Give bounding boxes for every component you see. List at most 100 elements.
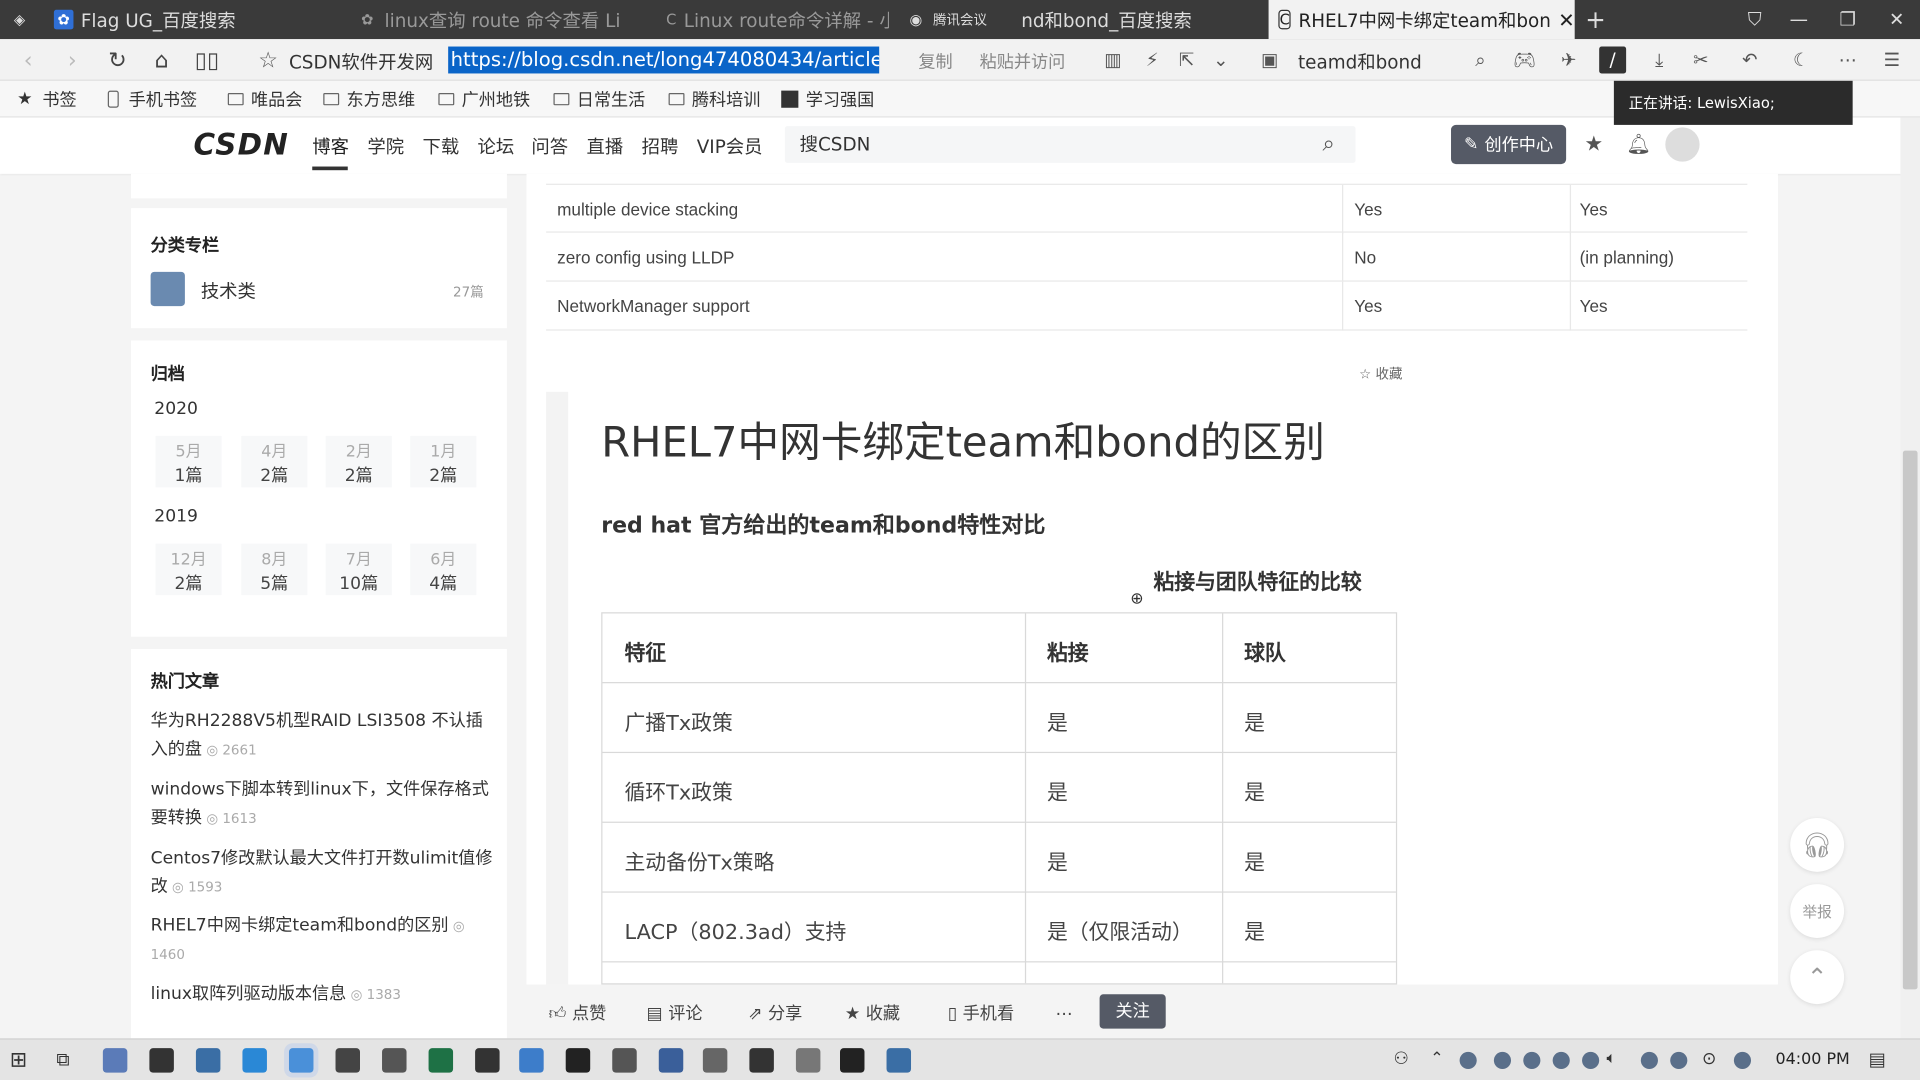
nav-qa[interactable]: 问答 bbox=[531, 133, 568, 159]
nav-forum[interactable]: 论坛 bbox=[478, 133, 515, 159]
tray-icon[interactable] bbox=[1670, 1051, 1688, 1069]
taskbar-app-icon[interactable] bbox=[335, 1048, 361, 1073]
back-to-top-icon[interactable]: ⌃ bbox=[1790, 950, 1845, 1005]
windows-start-icon[interactable]: ⊞ bbox=[10, 1048, 34, 1072]
nav-academy[interactable]: 学院 bbox=[367, 133, 404, 159]
like-button[interactable]: 👍︎ 点赞 bbox=[549, 1000, 607, 1024]
taskbar-app-icon[interactable] bbox=[382, 1048, 407, 1073]
archive-month[interactable]: 6月 4篇 bbox=[410, 543, 477, 596]
taskbar-app-icon[interactable] bbox=[749, 1048, 774, 1073]
close-window-icon[interactable]: ✕ bbox=[1873, 0, 1920, 39]
search-box[interactable]: teamd和bond bbox=[1298, 49, 1422, 75]
notification-icon[interactable]: ▤ bbox=[1869, 1048, 1886, 1070]
restore-icon[interactable]: ❐ bbox=[1824, 0, 1871, 39]
volume-icon[interactable]: 🔈︎ bbox=[1607, 1049, 1617, 1067]
tab-5[interactable]: nd和bond_百度搜索 bbox=[1011, 0, 1266, 39]
download-icon[interactable]: ⤓ bbox=[1646, 47, 1673, 74]
chevron-down-icon[interactable]: ⌄ bbox=[1207, 47, 1234, 74]
bookmark-star-icon[interactable]: ☆ bbox=[252, 45, 284, 74]
bookmark-xuexi[interactable]: 学习强国 bbox=[781, 87, 874, 111]
reload-icon[interactable]: ↻ bbox=[102, 45, 134, 74]
tray-icon[interactable] bbox=[1733, 1051, 1752, 1069]
nav-download[interactable]: 下载 bbox=[422, 133, 459, 159]
tab-2[interactable]: ✿ linux查询 route 命令查看 Li bbox=[348, 0, 649, 39]
archive-month[interactable]: 1月 2篇 bbox=[410, 435, 477, 488]
shirt-icon[interactable]: ⛉ bbox=[1731, 0, 1778, 39]
tray-people-icon[interactable]: ⚇ bbox=[1393, 1049, 1408, 1069]
forward-icon[interactable]: › bbox=[56, 45, 88, 74]
night-mode-icon[interactable]: ☾ bbox=[1788, 47, 1815, 74]
hot-article-item[interactable]: 华为RH2288V5机型RAID LSI3508 不认插入的盘 ◎ 2661 bbox=[151, 708, 494, 764]
search-icon[interactable]: ⌕ bbox=[1467, 47, 1494, 74]
copy-button[interactable]: 复制 bbox=[918, 49, 952, 73]
collect-button[interactable]: ★ 收藏 bbox=[845, 1000, 900, 1024]
taskbar-app-icon[interactable] bbox=[149, 1048, 174, 1073]
slash-icon[interactable]: / bbox=[1599, 46, 1627, 74]
create-center-button[interactable]: ✎ 创作中心 bbox=[1451, 124, 1567, 165]
close-tab-icon[interactable]: ✕ bbox=[1558, 8, 1574, 31]
browser-menu-button[interactable]: ◈ bbox=[0, 0, 44, 39]
taskbar-app-icon[interactable] bbox=[565, 1048, 591, 1073]
scissors-icon[interactable]: ✂ bbox=[1687, 47, 1714, 74]
tray-icon[interactable] bbox=[1640, 1051, 1658, 1069]
tray-icon[interactable] bbox=[1552, 1051, 1570, 1069]
favorites-icon[interactable]: ★ bbox=[1584, 132, 1603, 156]
scrollbar-thumb[interactable] bbox=[1902, 450, 1918, 990]
csdn-search-input[interactable]: 搜CSDN bbox=[784, 126, 1356, 163]
archive-month[interactable]: 5月 1篇 bbox=[155, 435, 222, 488]
taskbar-app-icon[interactable] bbox=[840, 1048, 865, 1073]
more-icon[interactable]: ⋯ bbox=[1834, 47, 1861, 74]
tray-chevron-icon[interactable]: ⌃ bbox=[1430, 1049, 1443, 1067]
search-engine-icon[interactable]: ▣ bbox=[1256, 47, 1283, 74]
task-view-icon[interactable]: ⧉ bbox=[56, 1048, 80, 1072]
paste-go-button[interactable]: 粘贴并访问 bbox=[980, 49, 1066, 73]
hot-article-item[interactable]: windows下脚本转到linux下，文件保存格式要转换 ◎ 1613 bbox=[151, 776, 494, 832]
gamepad-icon[interactable]: 🎮︎ bbox=[1511, 47, 1538, 74]
archive-month[interactable]: 12月 2篇 bbox=[155, 543, 222, 596]
taskbar-app-icon[interactable] bbox=[612, 1048, 637, 1073]
tab-4[interactable]: ◉ 腾讯会议 bbox=[896, 0, 1011, 39]
nav-blog[interactable]: 博客 bbox=[312, 133, 349, 159]
hot-article-item[interactable]: linux取阵列驱动版本信息 ◎ 1383 bbox=[151, 981, 494, 1009]
minimize-icon[interactable]: — bbox=[1776, 0, 1823, 39]
input-method-icon[interactable]: ⊙ bbox=[1702, 1049, 1716, 1069]
bell-icon[interactable]: 🔔︎ bbox=[1626, 132, 1651, 155]
collect-link[interactable]: ☆ 收藏 bbox=[1359, 364, 1402, 384]
taskbar-ie-icon[interactable] bbox=[242, 1048, 267, 1073]
tab-6-active[interactable]: C RHEL7中网卡绑定team和bon ✕ bbox=[1268, 0, 1575, 40]
taskbar-app-icon[interactable] bbox=[795, 1048, 821, 1073]
search-icon[interactable]: ⌕ bbox=[1322, 131, 1334, 157]
read-icon[interactable]: ▥ bbox=[1100, 47, 1127, 74]
taskbar-app-icon[interactable] bbox=[886, 1048, 912, 1073]
menu-icon[interactable]: ☰ bbox=[1878, 47, 1905, 74]
bookmark-folder[interactable]: 唯品会 bbox=[227, 87, 302, 111]
tab-3[interactable]: C Linux route命令详解 - 小 bbox=[656, 0, 889, 39]
taskbar-app-icon[interactable] bbox=[519, 1048, 544, 1073]
tray-icon[interactable] bbox=[1523, 1051, 1541, 1069]
hot-article-item[interactable]: Centos7修改默认最大文件打开数ulimit值修改 ◎ 1593 bbox=[151, 845, 494, 901]
lightning-icon[interactable]: ⚡ bbox=[1139, 47, 1166, 74]
tray-icon[interactable] bbox=[1459, 1051, 1477, 1069]
back-icon[interactable]: ‹ bbox=[12, 45, 44, 74]
home-icon[interactable]: ⌂ bbox=[146, 45, 178, 74]
avatar[interactable] bbox=[1665, 127, 1700, 162]
bird-icon[interactable]: ✈ bbox=[1555, 47, 1582, 74]
bookmark-mobile[interactable]: 手机书签 bbox=[107, 87, 197, 111]
archive-month[interactable]: 7月 10篇 bbox=[325, 543, 392, 596]
reading-mode-icon[interactable]: ▯▯ bbox=[191, 45, 223, 74]
taskbar-edge-icon[interactable] bbox=[195, 1048, 221, 1073]
csdn-logo[interactable]: CSDN bbox=[193, 127, 289, 161]
bookmark-folder[interactable]: 广州地铁 bbox=[438, 87, 530, 111]
tray-icon[interactable] bbox=[1582, 1051, 1600, 1069]
follow-button[interactable]: 关注 bbox=[1099, 994, 1166, 1029]
more-button[interactable]: … bbox=[1056, 1000, 1073, 1020]
taskbar-explorer-icon[interactable] bbox=[102, 1048, 128, 1073]
undo-icon[interactable]: ↶ bbox=[1736, 47, 1763, 74]
mobile-view-button[interactable]: ▯ 手机看 bbox=[948, 1000, 1014, 1024]
customer-service-icon[interactable]: 🎧︎ bbox=[1790, 817, 1845, 872]
category-name[interactable]: 技术类 bbox=[201, 278, 256, 304]
taskbar-browser-icon[interactable] bbox=[288, 1048, 314, 1073]
archive-month[interactable]: 2月 2篇 bbox=[325, 435, 392, 488]
share-button[interactable]: ⇗ 分享 bbox=[748, 1000, 802, 1024]
nav-vip[interactable]: VIP会员 bbox=[697, 133, 763, 159]
